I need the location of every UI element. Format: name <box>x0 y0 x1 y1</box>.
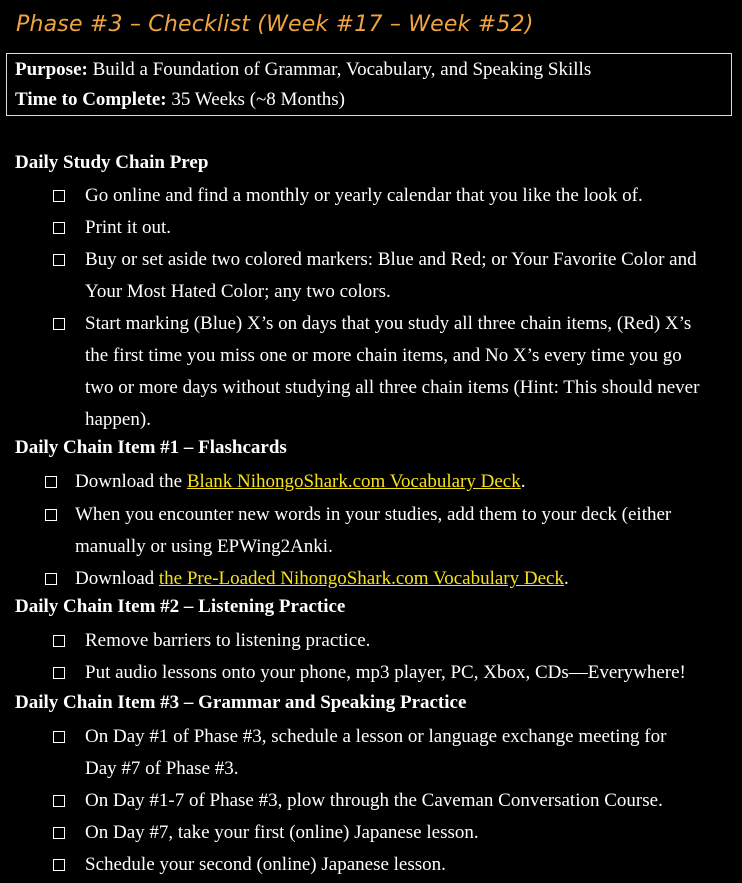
checkbox[interactable] <box>53 795 65 807</box>
checklist-item-text: Start marking (Blue) X’s on days that yo… <box>85 313 692 334</box>
checkbox[interactable] <box>53 859 65 871</box>
purpose-label: Purpose: <box>15 59 88 80</box>
section-heading: Daily Chain Item #2 – Listening Practice <box>15 596 346 617</box>
checklist-item-text: Your Most Hated Color; any two colors. <box>85 281 391 302</box>
checkbox[interactable] <box>53 635 65 647</box>
checkbox[interactable] <box>53 318 65 330</box>
checklist-item-text: Day #7 of Phase #3. <box>85 758 239 779</box>
time-value: 35 Weeks (~8 Months) <box>171 89 345 110</box>
checklist-item-text: Put audio lessons onto your phone, mp3 p… <box>85 662 686 683</box>
checklist-item-text: Schedule your second (online) Japanese l… <box>85 854 446 875</box>
checklist-item-text: Remove barriers to listening practice. <box>85 630 371 651</box>
checkbox[interactable] <box>45 476 57 488</box>
checklist-item-text: When you encounter new words in your stu… <box>75 504 672 525</box>
deck-download-link[interactable]: the Pre-Loaded NihongoShark.com Vocabula… <box>159 568 564 589</box>
checkbox[interactable] <box>45 509 57 521</box>
checklist-item-text: On Day #7, take your first (online) Japa… <box>85 822 479 843</box>
page-title: Phase #3 – Checklist (Week #17 – Week #5… <box>16 12 534 37</box>
checklist-item-text: manually or using EPWing2Anki. <box>75 536 333 557</box>
checklist-item-text: Download the Blank NihongoShark.com Voca… <box>75 466 525 498</box>
checkbox[interactable] <box>53 222 65 234</box>
checkbox[interactable] <box>45 573 57 585</box>
item-text-prefix: Download <box>75 568 159 589</box>
checklist-item-text: Go online and find a monthly or yearly c… <box>85 185 643 206</box>
section-heading: Daily Study Chain Prep <box>15 152 209 173</box>
checklist-item-text: the first time you miss one or more chai… <box>85 345 682 366</box>
item-text-prefix: Download the <box>75 471 187 492</box>
checklist-item-text: happen). <box>85 409 151 430</box>
time-label: Time to Complete: <box>15 89 167 110</box>
section-heading: Daily Chain Item #1 – Flashcards <box>15 437 287 458</box>
purpose-row: Purpose: Build a Foundation of Grammar, … <box>15 59 591 81</box>
deck-download-link[interactable]: Blank NihongoShark.com Vocabulary Deck <box>187 471 521 492</box>
summary-box: Purpose: Build a Foundation of Grammar, … <box>6 53 732 116</box>
checklist-item-text: Download the Pre-Loaded NihongoShark.com… <box>75 563 569 595</box>
checkbox[interactable] <box>53 667 65 679</box>
checkbox[interactable] <box>53 827 65 839</box>
checklist-item-text: Print it out. <box>85 217 172 238</box>
item-text-suffix: . <box>563 568 569 589</box>
item-text-suffix: . <box>520 471 526 492</box>
checklist-item-text: two or more days without studying all th… <box>85 377 700 398</box>
section-heading: Daily Chain Item #3 – Grammar and Speaki… <box>15 692 467 713</box>
checkbox[interactable] <box>53 254 65 266</box>
checklist-item-text: On Day #1-7 of Phase #3, plow through th… <box>85 790 663 811</box>
checklist-item-text: On Day #1 of Phase #3, schedule a lesson… <box>85 726 667 747</box>
checkbox[interactable] <box>53 190 65 202</box>
purpose-value: Build a Foundation of Grammar, Vocabular… <box>92 59 592 80</box>
checkbox[interactable] <box>53 731 65 743</box>
time-row: Time to Complete: 35 Weeks (~8 Months) <box>15 89 345 111</box>
checklist-item-text: Buy or set aside two colored markers: Bl… <box>85 249 697 270</box>
